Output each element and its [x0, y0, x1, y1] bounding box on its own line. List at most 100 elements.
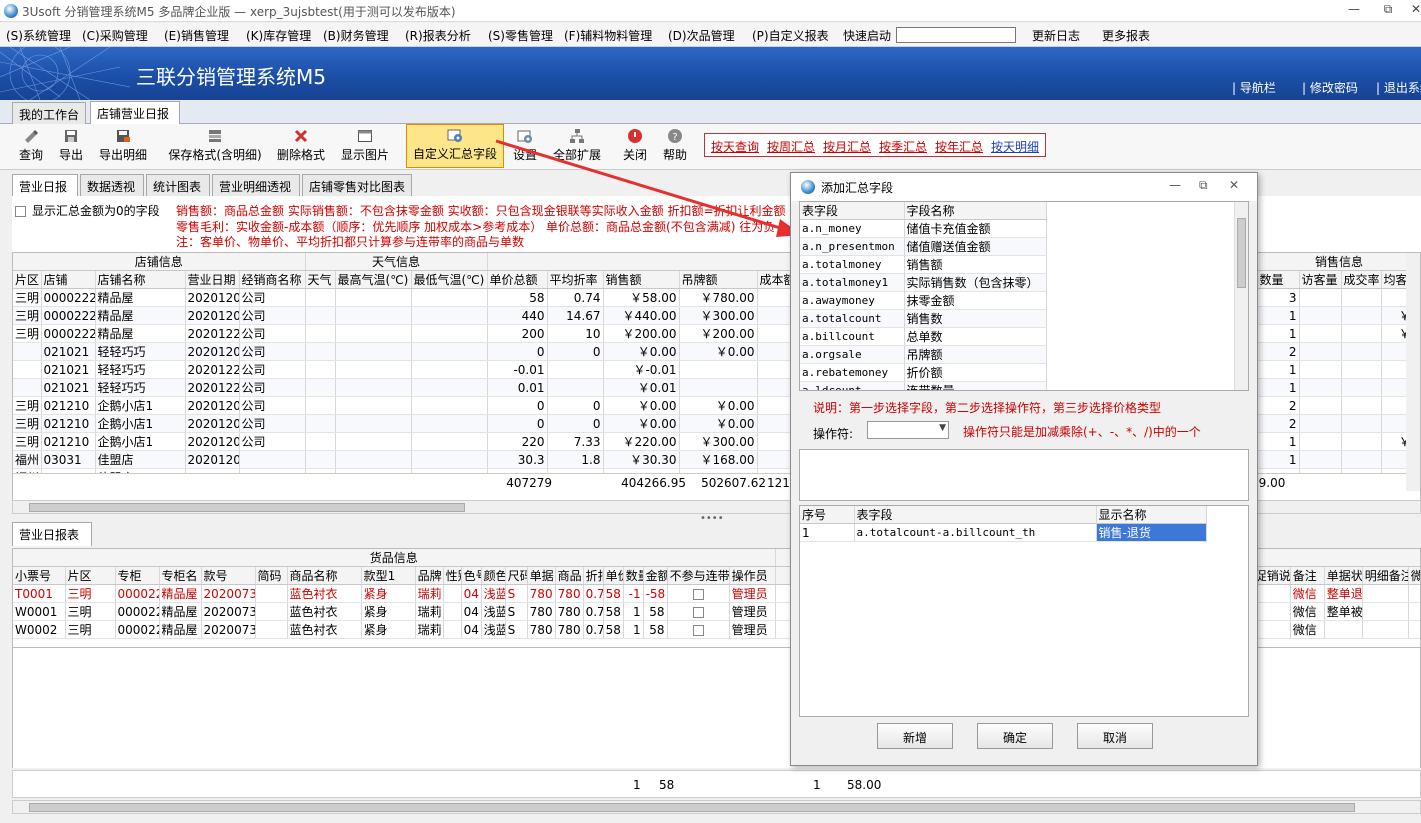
detail-hscroll[interactable] [12, 800, 1421, 814]
grid2-col-header[interactable]: 折扣 [583, 566, 604, 585]
subtab-compare-chart[interactable]: 店铺零售对比图表 [302, 174, 412, 196]
minimize-button[interactable]: — [1342, 2, 1366, 20]
grid2-col-header[interactable]: 款号 [201, 566, 256, 585]
grid1-col-header[interactable]: 经销商名称 [239, 270, 306, 289]
dialog-minimize-button[interactable]: — [1169, 178, 1181, 192]
export-button[interactable]: 导出 [56, 128, 86, 163]
grid1-col-header[interactable]: 营业日期 [185, 270, 240, 289]
grid1-col-header[interactable]: 访客量 [1299, 270, 1342, 289]
grid2-col-header[interactable]: 品牌 [415, 566, 444, 585]
link-daily-detail[interactable]: 按天明细 [991, 138, 1039, 155]
grid2-col-header[interactable]: 商品名称 [287, 566, 362, 585]
grid2-col-header[interactable]: 操作员 [729, 566, 776, 585]
save-format-button[interactable]: 保存格式(含明细) [166, 128, 264, 163]
grid2-col-header[interactable]: 简码 [255, 566, 288, 585]
subtab-chart[interactable]: 统计图表 [146, 174, 210, 196]
grid2-col-header[interactable]: 小票号 [13, 566, 66, 585]
grid1-col-header[interactable]: 平均折率 [547, 270, 604, 289]
menu-finance[interactable]: (B)财务管理 [323, 27, 389, 44]
exclude-linkage-checkbox[interactable] [692, 606, 704, 618]
subtab-daily[interactable]: 营业日报 [12, 174, 78, 196]
grid2-col-header[interactable]: 性别 [443, 566, 462, 585]
grid1-col-header[interactable]: 销售额 [603, 270, 680, 289]
add-button[interactable]: 新增 [877, 723, 953, 749]
grid2-col-header[interactable]: 专柜 [115, 566, 160, 585]
grid1-col-header[interactable]: 吊牌额 [679, 270, 758, 289]
subtab-pivot[interactable]: 数据透视 [80, 174, 144, 196]
grid2-col-header[interactable]: 商品 [555, 566, 584, 585]
link-monthly[interactable]: 按月汇总 [823, 138, 871, 155]
grid2-col-header[interactable]: 金额 [643, 566, 668, 585]
logout-link[interactable]: | 退出系统 [1376, 79, 1421, 96]
grid2-col-header[interactable]: 数量 [623, 566, 644, 585]
menu-retail[interactable]: (S)零售管理 [488, 27, 553, 44]
grid2-col-header[interactable]: 明细备注 [1362, 566, 1409, 585]
close-window-button[interactable]: ✕ [1404, 2, 1421, 20]
grid2-col-header[interactable]: 单据状态 [1324, 566, 1363, 585]
link-yearly[interactable]: 按年汇总 [935, 138, 983, 155]
nav-bar-link[interactable]: | 导航栏 [1232, 79, 1276, 96]
show-image-button[interactable]: 显示图片 [340, 128, 390, 163]
menu-system[interactable]: (S)系统管理 [6, 27, 71, 44]
field-list-item[interactable]: a.n_presentmon 储值赠送值金额 [800, 237, 1047, 256]
grid1-col-header[interactable]: 数量 [1257, 270, 1300, 289]
confirm-button[interactable]: 确定 [977, 723, 1053, 749]
splitter-handle[interactable]: •••• [700, 513, 724, 524]
expression-textbox[interactable] [799, 449, 1249, 501]
field-list-item[interactable]: a.totalmoney 销售额 [800, 255, 1047, 274]
menu-reports[interactable]: (R)报表分析 [405, 27, 471, 44]
grid1-col-header[interactable]: 单价总额 [487, 270, 548, 289]
grid2-col-header[interactable]: 专柜名 [159, 566, 202, 585]
grid2-col-header[interactable]: 片区 [65, 566, 116, 585]
grid1-vscroll[interactable] [1406, 253, 1420, 491]
show-zero-checkbox[interactable] [15, 204, 26, 218]
grid1-col-header[interactable]: 片区 [13, 270, 42, 289]
field-list-item[interactable]: a.rebatemoney 折价额 [800, 363, 1047, 382]
field-list-item[interactable]: a.totalmoney1 实际销售数（包含抹零） [800, 273, 1047, 292]
menu-materials[interactable]: (F)辅料物料管理 [564, 27, 652, 44]
maximize-button[interactable]: ⧉ [1376, 2, 1400, 20]
grid2-col-header[interactable]: 微 [1408, 566, 1420, 585]
exclude-linkage-checkbox[interactable] [692, 624, 704, 636]
subtab-detail-pivot[interactable]: 营业明细透视 [212, 174, 300, 196]
delete-format-button[interactable]: 删除格式 [276, 128, 326, 163]
grid1-col-header[interactable]: 天气 [305, 270, 336, 289]
grid1-col-header[interactable]: 最高气温(℃) [335, 270, 412, 289]
field-list-vscroll[interactable] [1234, 202, 1248, 390]
grid1-col-header[interactable]: 最低气温(℃) [411, 270, 488, 289]
menu-custom-report[interactable]: (P)自定义报表 [752, 27, 829, 44]
field-list-item[interactable]: a.ldcount 连带数量 [800, 381, 1047, 390]
menu-purchase[interactable]: (C)采购管理 [82, 27, 148, 44]
grid2-col-header[interactable]: 单据 [527, 566, 556, 585]
grid2-cell[interactable] [667, 602, 730, 621]
query-button[interactable]: 查询 [16, 128, 46, 163]
field-list-item[interactable]: a.billcount 总单数 [800, 327, 1047, 346]
export-detail-button[interactable]: 导出明细 [96, 128, 150, 163]
grid2-cell[interactable] [667, 584, 730, 603]
menu-defective[interactable]: (D)次品管理 [668, 27, 735, 44]
field-list-item[interactable]: a.n_money 储值卡充值金额 [800, 219, 1047, 238]
grid2-col-header[interactable]: 款型1 [361, 566, 416, 585]
grid2-col-header[interactable]: 不参与连带 [667, 566, 730, 585]
menu-changelog[interactable]: 更新日志 [1032, 27, 1080, 44]
field-list-item[interactable]: a.totalcount 销售数 [800, 309, 1047, 328]
change-password-link[interactable]: | 修改密码 [1302, 79, 1358, 96]
grid2-col-header[interactable]: 尺码 [505, 566, 528, 585]
dialog-close-button[interactable]: ✕ [1229, 178, 1239, 192]
operator-select[interactable]: ▼ [867, 421, 949, 439]
grid1-col-header[interactable]: 店铺 [41, 270, 96, 289]
field-list-item[interactable]: a.orgsale 吊牌额 [800, 345, 1047, 364]
grid2-col-header[interactable]: 备注 [1290, 566, 1325, 585]
grid2-col-header[interactable]: 颜色 [481, 566, 506, 585]
grid1-col-header[interactable]: 店铺名称 [95, 270, 186, 289]
result-row[interactable]: 1 a.totalcount-a.billcount_th 销售-退货 [800, 523, 1207, 542]
tab-daily-detail-table[interactable]: 营业日报表 [12, 522, 92, 546]
menu-sales[interactable]: (E)销售管理 [164, 27, 229, 44]
grid2-col-header[interactable]: 色号 [461, 566, 482, 585]
grid1-col-header[interactable]: 成交率 [1341, 270, 1382, 289]
quick-launch-input[interactable] [896, 27, 1016, 43]
menu-inventory[interactable]: (K)库存管理 [246, 27, 311, 44]
grid2-cell[interactable] [667, 620, 730, 639]
grid2-col-header[interactable]: 单价 [603, 566, 624, 585]
exclude-linkage-checkbox[interactable] [692, 588, 704, 600]
